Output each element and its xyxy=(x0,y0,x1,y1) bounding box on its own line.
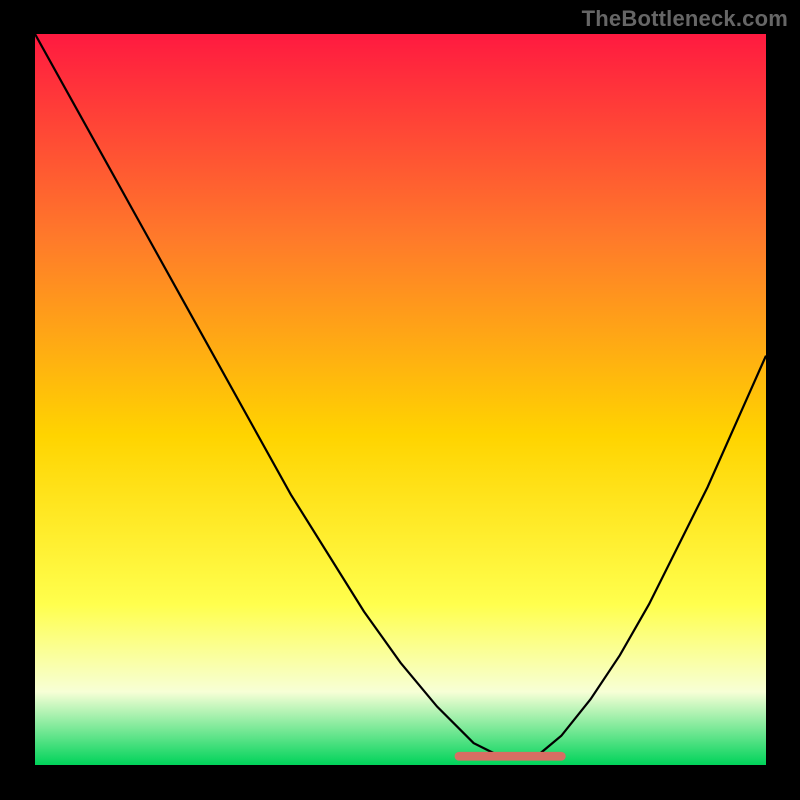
watermark-text: TheBottleneck.com xyxy=(582,6,788,32)
bottleneck-chart xyxy=(35,34,766,765)
gradient-background xyxy=(35,34,766,765)
chart-container xyxy=(35,34,766,765)
